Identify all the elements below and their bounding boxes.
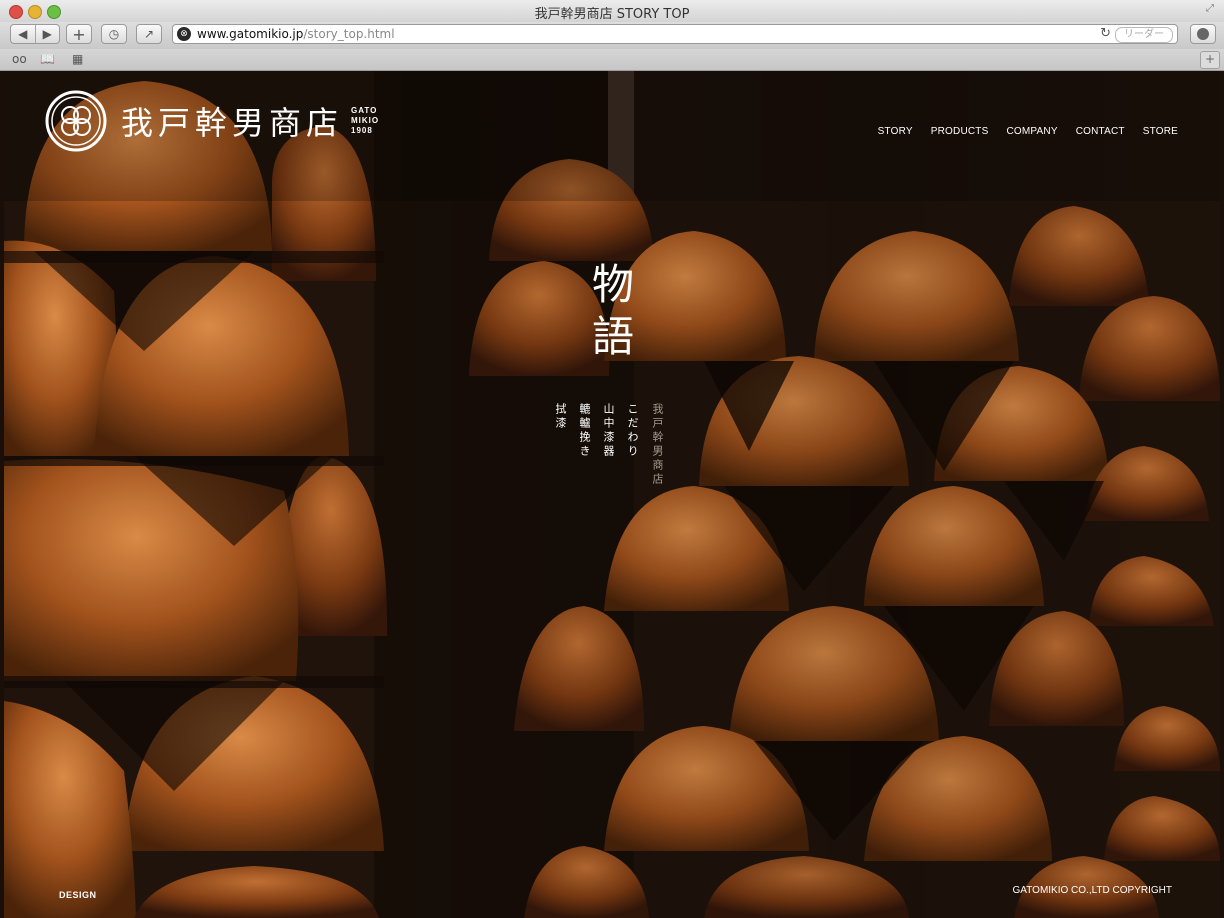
share-icon[interactable]: ↗ [136,24,162,44]
story-link-rokuro-turning[interactable]: 轆轤挽き [576,403,592,459]
footer-copyright: GATOMIKIO CO.,LTD COPYRIGHT [1012,885,1172,896]
url-host: www.gatomikio.jp [197,27,304,41]
site-logo[interactable]: 我戸幹男商店 GATO MIKIO 1908 [45,89,379,153]
browser-toolbar: ◀ ▶ + ◷ ↗ ⊗ www.gatomikio.jp/story_top.h… [0,22,1224,49]
downloads-button[interactable] [1190,24,1216,44]
story-link-gatomikio[interactable]: 我戸幹男商店 [649,403,665,487]
forward-icon[interactable]: ▶ [36,27,60,41]
story-link-yamanaka-lacquerware[interactable]: 山中漆器 [600,403,616,459]
logo-sub-line: 1908 [351,126,373,135]
add-tab-button[interactable]: + [66,24,92,44]
hero-title-char: 語 [591,312,634,361]
footer-design-link[interactable]: DESIGN [59,890,97,900]
reload-icon[interactable]: ↻ [1100,26,1111,41]
logo-crest-icon [45,90,107,152]
reader-button[interactable]: リーダー [1115,27,1173,43]
fullscreen-icon[interactable]: ⤢ [1206,4,1216,14]
title-bar: 我戸幹男商店 STORY TOP ⤢ [0,0,1224,23]
url-path: /story_top.html [303,27,395,41]
nav-story-link[interactable]: STORY [878,126,913,137]
nav-contact-link[interactable]: CONTACT [1076,126,1125,137]
main-nav: STORY PRODUCTS COMPANY CONTACT STORE [860,126,1178,137]
window-title: 我戸幹男商店 STORY TOP [534,7,690,22]
browser-window: 我戸幹男商店 STORY TOP ⤢ ◀ ▶ + ◷ ↗ ⊗ www.gatom… [0,0,1224,918]
nav-company-link[interactable]: COMPANY [1006,126,1057,137]
top-sites-icon[interactable]: ▦ [72,52,83,66]
reading-list-icon[interactable]: oo [12,52,27,66]
address-bar[interactable]: ⊗ www.gatomikio.jp/story_top.html ↻ リーダー [172,24,1178,44]
story-link-kodawari[interactable]: こだわり [624,403,640,459]
bookmarks-icon[interactable]: 📖 [40,52,55,66]
logo-subtext: GATO MIKIO 1908 [351,106,379,136]
story-link-fuki-urushi[interactable]: 拭漆 [552,403,568,431]
nav-products-link[interactable]: PRODUCTS [931,126,989,137]
history-icon[interactable]: ◷ [101,24,127,44]
nav-store-link[interactable]: STORE [1143,126,1178,137]
site-favicon-icon: ⊗ [177,27,191,41]
url-text[interactable]: www.gatomikio.jp/story_top.html [197,27,395,41]
hero-title: 物 語 [588,259,638,363]
pottery-background-image [4,71,1220,918]
new-tab-button[interactable]: + [1200,51,1220,69]
back-icon[interactable]: ◀ [11,27,35,41]
web-page: 我戸幹男商店 GATO MIKIO 1908 STORY PRODUCTS CO… [4,71,1220,918]
back-forward-buttons: ◀ ▶ [10,24,60,44]
logo-sub-line: GATO [351,106,378,115]
logo-text: 我戸幹男商店 [121,104,344,142]
bookmarks-bar: oo 📖 ▦ + [0,49,1224,71]
logo-sub-line: MIKIO [351,116,380,125]
downloads-icon [1197,28,1209,40]
hero-title-char: 物 [591,260,634,309]
